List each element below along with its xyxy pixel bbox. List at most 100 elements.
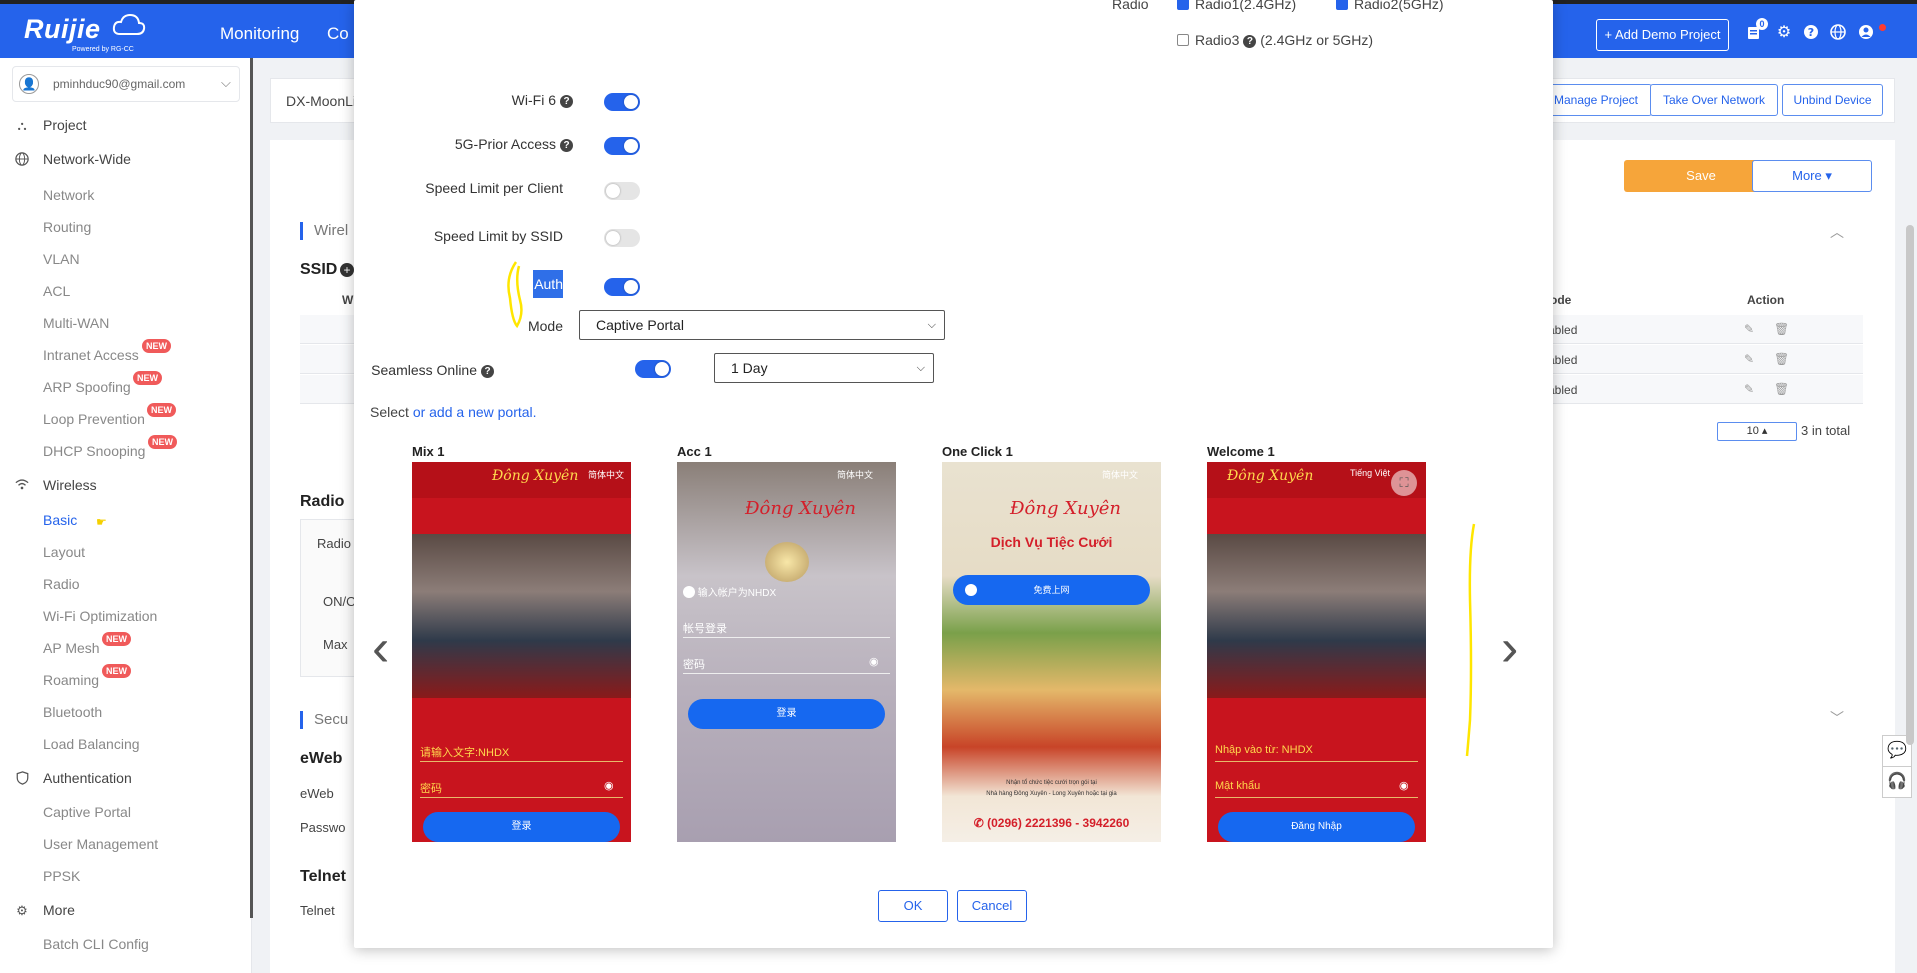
add-new-portal-link[interactable]: or add a new portal. bbox=[413, 404, 537, 420]
language-select[interactable]: 简体中文 bbox=[837, 468, 873, 481]
edit-icon[interactable]: ✎ bbox=[1742, 352, 1756, 366]
help-question-icon[interactable]: ? bbox=[560, 139, 573, 152]
help-question-icon[interactable]: ? bbox=[560, 95, 573, 108]
account-input[interactable]: Nhập vào từ: NHDX bbox=[1215, 744, 1313, 756]
sidebar-item-ppsk[interactable]: PPSK bbox=[43, 868, 80, 884]
sidebar-item-multi-wan[interactable]: Multi-WAN bbox=[43, 315, 109, 331]
sidebar-item-captive-portal[interactable]: Captive Portal bbox=[43, 804, 131, 820]
globe-language-icon[interactable] bbox=[1829, 24, 1847, 42]
eye-icon[interactable]: ◉ bbox=[1399, 779, 1409, 792]
login-button[interactable]: 登录 bbox=[688, 699, 885, 729]
delete-trash-icon[interactable]: 🗑 bbox=[1774, 382, 1789, 396]
help-question-icon[interactable]: ? bbox=[1243, 35, 1257, 48]
seamless-online-toggle[interactable] bbox=[635, 360, 671, 378]
cancel-button[interactable]: Cancel bbox=[957, 890, 1027, 922]
add-ssid-icon[interactable]: + bbox=[340, 263, 354, 277]
radio-tab[interactable]: Radio bbox=[317, 536, 351, 551]
sidebar-item-arp-spoofing[interactable]: ARP Spoofing bbox=[43, 379, 131, 395]
unbind-device-button[interactable]: Unbind Device bbox=[1782, 84, 1883, 116]
eye-icon[interactable]: ◉ bbox=[604, 779, 614, 792]
sidebar-item-vlan[interactable]: VLAN bbox=[43, 251, 80, 267]
ruijie-logo[interactable]: Ruijie bbox=[24, 14, 101, 45]
ok-button[interactable]: OK bbox=[878, 890, 948, 922]
sidebar-item-dhcp-snooping[interactable]: DHCP Snooping bbox=[43, 443, 145, 459]
sidebar-item-network[interactable]: Network bbox=[43, 187, 94, 203]
language-select[interactable]: Tiếng Việt bbox=[1350, 468, 1390, 478]
screenshot-capture-icon[interactable]: ⛶ bbox=[1391, 470, 1417, 496]
carousel-next-arrow-icon[interactable]: › bbox=[1501, 618, 1518, 678]
add-demo-project-button[interactable]: + Add Demo Project bbox=[1596, 19, 1729, 51]
language-select[interactable]: 简体中文 bbox=[1102, 468, 1138, 481]
auth-toggle[interactable] bbox=[604, 278, 640, 296]
sidebar-item-batch-cli-config[interactable]: Batch CLI Config bbox=[43, 936, 149, 952]
sidebar-item-layout[interactable]: Layout bbox=[43, 544, 85, 560]
settings-gear-icon[interactable]: ⚙ bbox=[1775, 24, 1793, 42]
page-size-select[interactable]: 10 ▴ bbox=[1717, 422, 1797, 441]
carousel-prev-arrow-icon[interactable]: ‹ bbox=[372, 618, 389, 678]
help-question-icon[interactable]: ? bbox=[481, 365, 494, 378]
wedding-note-line2: Nhà hàng Đông Xuyên - Long Xuyên hoặc tạ… bbox=[986, 791, 1117, 797]
sidebar-item-intranet-access[interactable]: Intranet Access bbox=[43, 347, 139, 363]
portal-preview-acc1[interactable]: 简体中文 Đông Xuyên 输入帐户为NHDX 帐号登录 密码 ◉ 登录 bbox=[677, 462, 896, 842]
speed-limit-ssid-toggle[interactable] bbox=[604, 229, 640, 247]
radio1-option[interactable]: Radio1(2.4GHz) bbox=[1177, 0, 1296, 12]
sidebar-item-routing[interactable]: Routing bbox=[43, 219, 91, 235]
checkbox-unchecked-icon[interactable] bbox=[1177, 34, 1189, 46]
headset-support-icon[interactable]: 🎧 bbox=[1882, 766, 1912, 798]
take-over-network-button[interactable]: Take Over Network bbox=[1650, 84, 1778, 116]
chevron-up-icon[interactable]: ︿ bbox=[1830, 222, 1844, 242]
account-input[interactable]: 帐号登录 bbox=[683, 620, 727, 636]
page-scrollbar[interactable] bbox=[1906, 225, 1914, 745]
radio2-option[interactable]: Radio2(5GHz) bbox=[1336, 0, 1443, 12]
radio3-option[interactable]: Radio3? (2.4GHz or 5GHz) bbox=[1177, 32, 1373, 48]
5g-prior-toggle[interactable] bbox=[604, 137, 640, 155]
language-select[interactable]: 简体中文 bbox=[588, 468, 624, 481]
password-input[interactable]: 密码 bbox=[420, 780, 442, 796]
nav-configuration[interactable]: Co bbox=[327, 24, 349, 44]
sidebar-item-bluetooth[interactable]: Bluetooth bbox=[43, 704, 102, 720]
sidebar-item-load-balancing[interactable]: Load Balancing bbox=[43, 736, 140, 752]
sidebar-item-more[interactable]: More bbox=[43, 902, 75, 918]
sidebar-item-basic[interactable]: Basic bbox=[43, 512, 77, 528]
account-input[interactable]: 请输入文字:NHDX bbox=[420, 744, 509, 760]
login-button[interactable]: 登录 bbox=[423, 812, 620, 842]
sidebar-item-wifi-optimization[interactable]: Wi-Fi Optimization bbox=[43, 608, 157, 624]
user-selector[interactable]: 👤 pminhduc90@gmail.com ⌵ bbox=[12, 66, 240, 102]
checkbox-checked-icon[interactable] bbox=[1177, 0, 1189, 10]
edit-icon[interactable]: ✎ bbox=[1742, 382, 1756, 396]
speed-limit-client-toggle[interactable] bbox=[604, 182, 640, 200]
sidebar-item-project[interactable]: Project bbox=[43, 117, 87, 133]
sidebar-item-acl[interactable]: ACL bbox=[43, 283, 70, 299]
checkbox-checked-icon[interactable] bbox=[1336, 0, 1348, 10]
5g-prior-text: 5G-Prior Access bbox=[454, 136, 556, 152]
sidebar-item-loop-prevention[interactable]: Loop Prevention bbox=[43, 411, 145, 427]
nav-monitoring[interactable]: Monitoring bbox=[220, 24, 299, 44]
edit-icon[interactable]: ✎ bbox=[1742, 322, 1756, 336]
delete-trash-icon[interactable]: 🗑 bbox=[1774, 322, 1789, 336]
help-icon[interactable]: ? bbox=[1802, 24, 1820, 42]
sidebar-item-network-wide[interactable]: Network-Wide bbox=[43, 151, 131, 167]
sidebar-item-wireless[interactable]: Wireless bbox=[43, 477, 97, 493]
manage-project-button[interactable]: Manage Project bbox=[1540, 84, 1652, 116]
more-button[interactable]: More ▾ bbox=[1752, 160, 1872, 192]
password-input[interactable]: Mật khẩu bbox=[1215, 780, 1260, 792]
sidebar-item-roaming[interactable]: Roaming bbox=[43, 672, 99, 688]
portal-preview-welcome1[interactable]: Đông Xuyên Tiếng Việt ⛶ Nhập vào từ: NHD… bbox=[1207, 462, 1426, 842]
wifi6-toggle[interactable] bbox=[604, 93, 640, 111]
login-button[interactable]: Đăng Nhập bbox=[1218, 812, 1415, 842]
user-account-icon[interactable] bbox=[1857, 24, 1875, 42]
portal-preview-one-click1[interactable]: 简体中文 Đông Xuyên Dịch Vụ Tiệc Cưới 免费上网 N… bbox=[942, 462, 1161, 842]
eye-icon[interactable]: ◉ bbox=[869, 655, 879, 668]
delete-trash-icon[interactable]: 🗑 bbox=[1774, 352, 1789, 366]
sidebar-scrollbar[interactable] bbox=[250, 58, 253, 918]
free-internet-button[interactable]: 免费上网 bbox=[953, 575, 1150, 605]
mode-select[interactable]: Captive Portal ⌵ bbox=[579, 310, 945, 340]
sidebar-item-radio[interactable]: Radio bbox=[43, 576, 80, 592]
sidebar-item-user-management[interactable]: User Management bbox=[43, 836, 158, 852]
password-input[interactable]: 密码 bbox=[683, 656, 705, 672]
sidebar-item-authentication[interactable]: Authentication bbox=[43, 770, 132, 786]
sidebar-item-ap-mesh[interactable]: AP Mesh bbox=[43, 640, 100, 656]
portal-preview-mix1[interactable]: Đông Xuyên 简体中文 请输入文字:NHDX 密码 ◉ 登录 bbox=[412, 462, 631, 842]
seamless-duration-select[interactable]: 1 Day ⌵ bbox=[714, 353, 934, 383]
chevron-down-icon[interactable]: ﹀ bbox=[1830, 708, 1844, 728]
